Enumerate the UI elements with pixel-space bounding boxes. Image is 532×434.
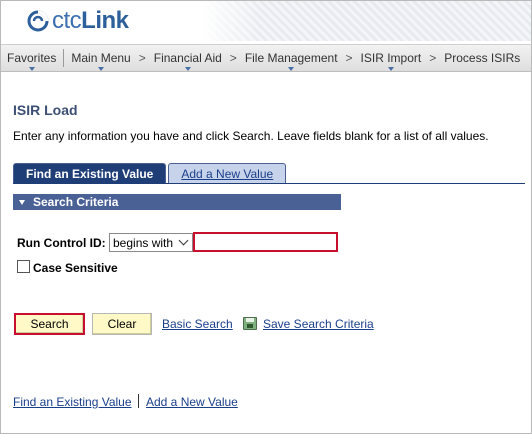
logo-text: ctcLink	[52, 7, 129, 35]
search-tabs: Find an Existing Value Add a New Value	[13, 163, 288, 184]
run-control-operator-select[interactable]: begins with	[109, 233, 193, 252]
menu-file-management-label: File Management	[244, 51, 338, 65]
breadcrumb-chevron-icon: >	[429, 51, 437, 65]
footer-find-existing-value-link[interactable]: Find an Existing Value	[13, 395, 132, 409]
menu-bar: Favorites Main Menu > Financial Aid > Fi…	[1, 44, 531, 72]
ctclink-swirl-icon	[27, 10, 49, 32]
menu-favorites-label: Favorites	[7, 51, 57, 65]
run-control-id-label: Run Control ID:	[17, 236, 106, 250]
operator-selected-value: begins with	[113, 235, 174, 250]
breadcrumb-chevron-icon: >	[345, 51, 353, 65]
run-control-id-input[interactable]	[193, 232, 338, 252]
dropdown-caret-icon	[387, 67, 394, 71]
save-disk-icon[interactable]	[243, 317, 257, 330]
case-sensitive-label: Case Sensitive	[33, 261, 118, 275]
breadcrumb-chevron-icon: >	[229, 51, 237, 65]
search-button[interactable]: Search	[14, 313, 85, 335]
dropdown-caret-icon	[28, 67, 35, 71]
clear-button[interactable]: Clear	[92, 313, 152, 335]
save-search-criteria-link[interactable]: Save Search Criteria	[263, 317, 374, 331]
chevron-down-icon	[178, 235, 189, 246]
ctclink-logo: ctcLink	[27, 5, 129, 37]
menu-process-isirs-label: Process ISIRs	[444, 51, 521, 65]
menu-file-management[interactable]: File Management	[239, 44, 344, 72]
dropdown-caret-icon	[288, 67, 295, 71]
menu-main-menu-label: Main Menu	[71, 51, 131, 65]
dropdown-caret-icon	[184, 67, 191, 71]
collapse-triangle-icon[interactable]	[19, 199, 25, 205]
menu-isir-import[interactable]: ISIR Import	[355, 44, 428, 72]
basic-search-link[interactable]: Basic Search	[162, 317, 233, 331]
header-pattern	[201, 1, 531, 41]
search-criteria-label: Search Criteria	[33, 195, 119, 209]
menu-isir-import-label: ISIR Import	[360, 51, 422, 65]
menu-financial-aid-label: Financial Aid	[153, 51, 222, 65]
page-title: ISIR Load	[13, 102, 78, 118]
case-sensitive-checkbox[interactable]	[17, 260, 30, 273]
menu-main-menu[interactable]: Main Menu	[65, 44, 136, 72]
menu-financial-aid[interactable]: Financial Aid	[148, 44, 228, 72]
menu-favorites[interactable]: Favorites	[1, 44, 62, 72]
tab-add-new-value[interactable]: Add a New Value	[168, 163, 287, 184]
breadcrumb-chevron-icon: >	[138, 51, 146, 65]
menu-process-isirs[interactable]: Process ISIRs	[438, 44, 526, 72]
search-criteria-header[interactable]: Search Criteria	[13, 194, 341, 210]
logo-text-prefix: ctc	[52, 7, 82, 34]
tab-underline	[13, 183, 525, 184]
logo-text-suffix: Link	[81, 7, 129, 34]
page-instructions: Enter any information you have and click…	[13, 129, 489, 143]
menu-divider	[63, 49, 65, 67]
header: ctcLink	[1, 1, 531, 41]
footer-divider	[138, 394, 139, 408]
footer-add-new-value-link[interactable]: Add a New Value	[146, 395, 238, 409]
dropdown-caret-icon	[98, 67, 105, 71]
tab-find-existing-value[interactable]: Find an Existing Value	[13, 163, 167, 184]
